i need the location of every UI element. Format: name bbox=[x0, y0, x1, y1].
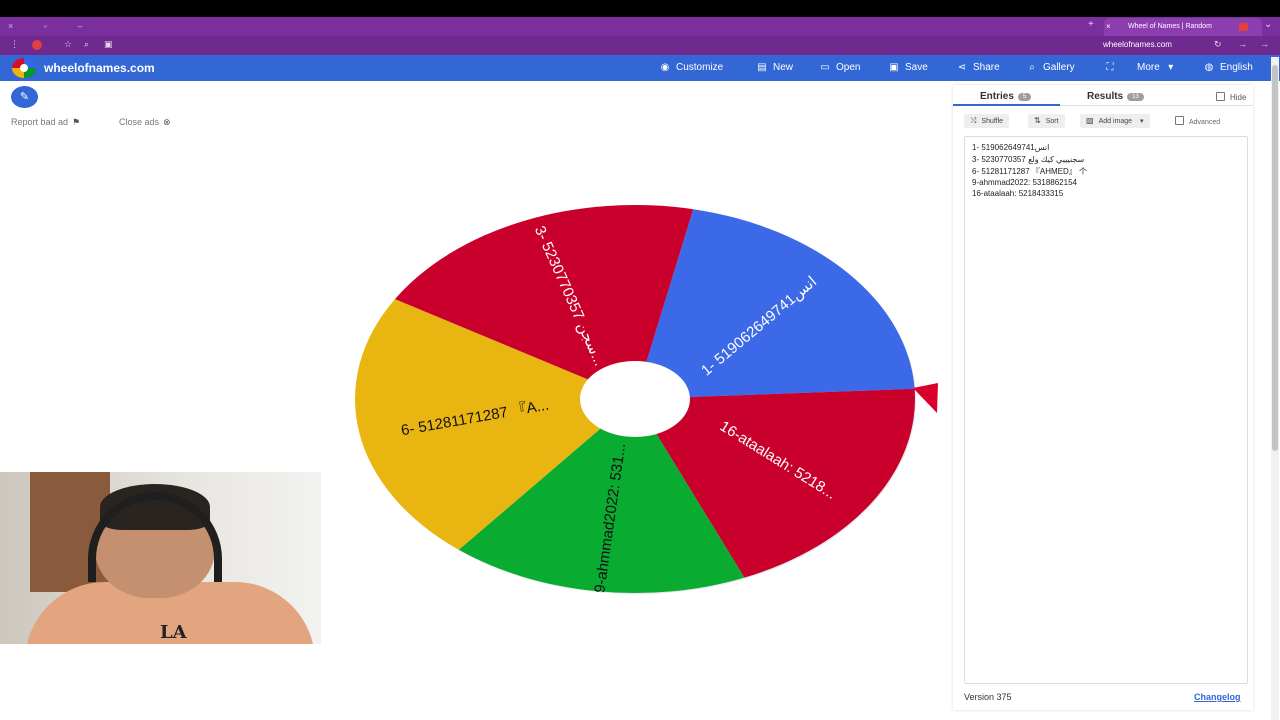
results-tab-label: Results bbox=[1087, 91, 1124, 102]
open-label: Open bbox=[836, 62, 861, 73]
chevron-down-icon: ▾ bbox=[1168, 62, 1174, 73]
more-label: More bbox=[1137, 62, 1160, 73]
share-label: Share bbox=[973, 62, 1000, 73]
gallery-label: Gallery bbox=[1043, 62, 1075, 73]
add-image-label: Add image bbox=[1098, 118, 1133, 125]
fullscreen-icon: ⛶ bbox=[1106, 62, 1114, 73]
shuffle-button[interactable]: ⤨ Shuffle bbox=[964, 114, 1010, 128]
app-navbar: wheelofnames.com ◉ Customize ▤ New ▭ Open ▣… bbox=[0, 55, 1280, 81]
globe-icon: ◍ bbox=[1204, 62, 1214, 73]
open-button[interactable]: ▭ Open bbox=[818, 62, 860, 73]
share-button[interactable]: ⋖ Share bbox=[955, 62, 1000, 73]
screenshot-icon[interactable]: ▣ bbox=[104, 39, 113, 50]
image-icon: ▨ bbox=[1086, 116, 1094, 125]
wheel-center-button[interactable] bbox=[580, 361, 690, 437]
new-label: New bbox=[773, 62, 794, 73]
folder-icon: ▭ bbox=[820, 62, 830, 73]
page-scrollbar[interactable] bbox=[1271, 57, 1279, 720]
report-bad-ad-label: Report bad ad bbox=[11, 117, 69, 127]
forward-icon[interactable]: → bbox=[1238, 39, 1247, 49]
tab-title: Wheel of Names | Random bbox=[1128, 23, 1212, 30]
entries-count-badge: 5 bbox=[1017, 93, 1032, 101]
hide-label: Hide bbox=[1230, 93, 1247, 102]
shuffle-icon: ⤨ bbox=[970, 116, 977, 125]
sort-label: Sort bbox=[1045, 118, 1059, 125]
active-tab-indicator bbox=[953, 104, 1060, 106]
webcam-overlay: LA bbox=[0, 472, 321, 644]
tab-list-chevron-icon[interactable]: ⌄ bbox=[1264, 19, 1272, 30]
language-label: English bbox=[1220, 62, 1253, 73]
add-image-button[interactable]: ▨ Add image ▾ bbox=[1080, 114, 1150, 128]
report-bad-ad-link[interactable]: Report bad ad ⚑ bbox=[11, 117, 80, 128]
site-name[interactable]: wheelofnames.com bbox=[44, 61, 155, 75]
url-text[interactable]: wheelofnames.com bbox=[1103, 40, 1172, 49]
hide-checkbox-box[interactable] bbox=[1216, 92, 1225, 101]
browser-menu-icon[interactable]: ⋮ bbox=[10, 39, 19, 50]
entry-line[interactable]: 9-ahmmad2022: 5318862154 bbox=[972, 178, 1077, 187]
new-button[interactable]: ▤ New bbox=[755, 62, 793, 73]
entry-line[interactable]: 6- 51281171287 『AHMED』 个 bbox=[972, 166, 1087, 177]
save-icon: ▣ bbox=[889, 62, 899, 73]
panel-tabs: Entries 5 Results 13 Hide bbox=[953, 85, 1253, 106]
close-ads-link[interactable]: Close ads ⊗ bbox=[119, 117, 171, 128]
entries-textarea[interactable]: 1- 519062649741انس 3- 5230770357 سجنيييي… bbox=[964, 136, 1248, 684]
search-page-icon[interactable]: ⌕ bbox=[84, 39, 89, 50]
entries-panel: Entries 5 Results 13 Hide ⤨ Shuffle ⇅ Sort ▨… bbox=[953, 85, 1253, 710]
search-icon: ⌕ bbox=[1029, 62, 1035, 73]
scrollbar-thumb[interactable] bbox=[1272, 65, 1278, 451]
changelog-link[interactable]: Changelog bbox=[1194, 692, 1241, 702]
tab-favicon-icon bbox=[1239, 23, 1248, 31]
save-label: Save bbox=[905, 62, 928, 73]
advanced-checkbox[interactable]: Advanced bbox=[1175, 116, 1220, 126]
gallery-button[interactable]: ⌕ Gallery bbox=[1025, 62, 1075, 73]
advanced-checkbox-box[interactable] bbox=[1175, 116, 1184, 125]
save-button[interactable]: ▣ Save bbox=[887, 62, 928, 73]
new-file-icon: ▤ bbox=[757, 62, 767, 73]
close-ads-label: Close ads bbox=[119, 117, 160, 127]
window-controls[interactable]: × ▫ – bbox=[8, 21, 96, 31]
tab-entries[interactable]: Entries 5 bbox=[980, 91, 1032, 102]
back-icon[interactable]: → bbox=[1260, 39, 1269, 49]
entries-tab-label: Entries bbox=[980, 91, 1014, 102]
new-tab-icon[interactable]: + bbox=[1088, 19, 1094, 30]
reload-icon[interactable]: ↻ bbox=[1214, 39, 1222, 50]
tab-close-icon[interactable]: × bbox=[1106, 18, 1111, 36]
extension-icon[interactable] bbox=[32, 40, 42, 50]
close-ads-icon: ⊗ bbox=[163, 117, 171, 127]
language-button[interactable]: ◍ English bbox=[1202, 62, 1253, 73]
more-menu-button[interactable]: More ▾ bbox=[1137, 62, 1182, 73]
entry-line[interactable]: 16-ataalaah: 5218433315 bbox=[972, 189, 1063, 198]
flag-icon: ⚑ bbox=[72, 117, 81, 127]
wheel-logo-icon[interactable] bbox=[12, 58, 36, 78]
entry-line[interactable]: 1- 519062649741انس bbox=[972, 143, 1049, 152]
advanced-label: Advanced bbox=[1189, 119, 1221, 126]
browser-address-bar: ⋮ ☆ ⌕ ▣ wheelofnames.com ↻ → → bbox=[0, 36, 1280, 55]
hide-checkbox[interactable]: Hide bbox=[1216, 92, 1246, 102]
entry-line[interactable]: 3- 5230770357 سجنيييي كيك ولع bbox=[972, 155, 1084, 164]
bookmark-star-icon[interactable]: ☆ bbox=[64, 39, 72, 50]
sort-button[interactable]: ⇅ Sort bbox=[1028, 114, 1065, 128]
sort-icon: ⇅ bbox=[1034, 116, 1041, 125]
fullscreen-button[interactable]: ⛶ bbox=[1103, 62, 1121, 73]
shirt-logo-mark: LA bbox=[160, 622, 187, 643]
top-black-bar bbox=[0, 0, 1280, 17]
browser-tab-active[interactable]: × Wheel of Names | Random bbox=[1104, 18, 1262, 36]
browser-tab-strip: × ▫ – + × Wheel of Names | Random ⌄ bbox=[0, 17, 1280, 36]
pencil-icon: ✎ bbox=[19, 91, 30, 103]
tab-results[interactable]: Results 13 bbox=[1087, 91, 1144, 102]
wheel-pointer-arrow bbox=[913, 383, 938, 413]
edit-pencil-button[interactable]: ✎ bbox=[11, 86, 38, 108]
version-text: Version 375 bbox=[964, 692, 1012, 702]
shuffle-label: Shuffle bbox=[981, 118, 1004, 125]
share-icon: ⋖ bbox=[957, 62, 967, 73]
customize-button[interactable]: ◉ Customize bbox=[658, 62, 724, 73]
wheel-container[interactable]: 1- 519062649741انس 16-ataalaah: 5218... 9-… bbox=[340, 195, 960, 605]
spinning-wheel[interactable]: 1- 519062649741انس16-ataalaah: 5218...9-… bbox=[340, 195, 960, 605]
palette-icon: ◉ bbox=[660, 62, 670, 73]
add-image-dropdown-icon: ▾ bbox=[1140, 118, 1144, 125]
customize-label: Customize bbox=[676, 62, 724, 73]
results-count-badge: 13 bbox=[1127, 93, 1144, 101]
